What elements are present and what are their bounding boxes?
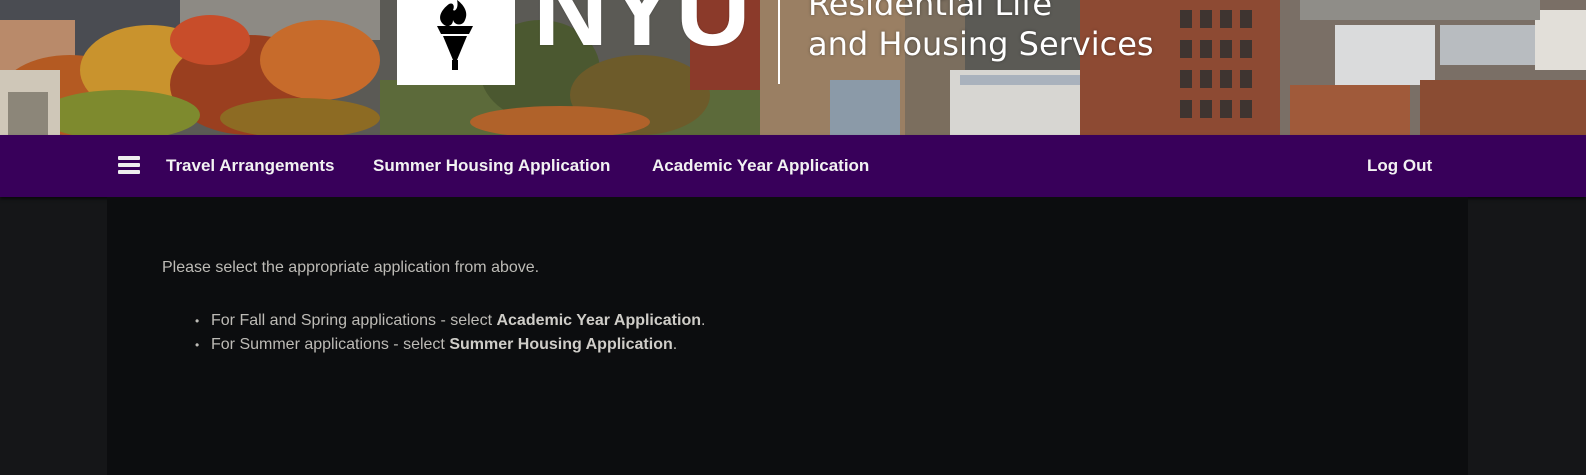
instruction-suffix: . [672,336,678,353]
department-title-line2: and Housing Services [808,25,1154,63]
nav-summer-housing-application[interactable]: Summer Housing Application [373,156,610,176]
campus-skyline-image [0,0,1586,135]
content-panel: Please select the appropriate applicatio… [107,197,1468,475]
instruction-prefix: For Summer applications - select [211,336,450,353]
page: NYU Residential Life and Housing Service… [0,0,1586,475]
instruction-emphasis: Academic Year Application [496,312,701,329]
instruction-suffix: . [701,312,706,329]
instruction-prefix: For Fall and Spring applications - selec… [211,312,497,329]
list-item: • For Summer applications - select Summer… [162,333,705,357]
intro-text: Please select the appropriate applicatio… [162,259,540,276]
bullet: • [195,314,200,328]
nav-academic-year-application[interactable]: Academic Year Application [652,156,869,176]
menu-bar [118,156,140,160]
menu-bar [118,170,140,174]
header-banner: NYU Residential Life and Housing Service… [0,0,1586,135]
nyu-wordmark: NYU [533,0,751,68]
list-item: • For Fall and Spring applications - sele… [162,309,705,333]
bullet: • [195,338,200,352]
logo-divider [778,0,780,84]
nav-travel-arrangements[interactable]: Travel Arrangements [166,156,335,176]
instruction-emphasis: Summer Housing Application [449,336,673,353]
menu-bar [118,163,140,167]
nyu-torch-logo [397,0,515,85]
logout-link[interactable]: Log Out [1367,156,1432,176]
hamburger-menu-icon[interactable] [118,155,140,175]
instruction-list: • For Fall and Spring applications - sele… [162,309,705,357]
department-title-line1: Residential Life [808,0,1053,23]
main-navbar: Travel Arrangements Summer Housing Appli… [0,135,1586,197]
torch-icon [437,0,473,70]
